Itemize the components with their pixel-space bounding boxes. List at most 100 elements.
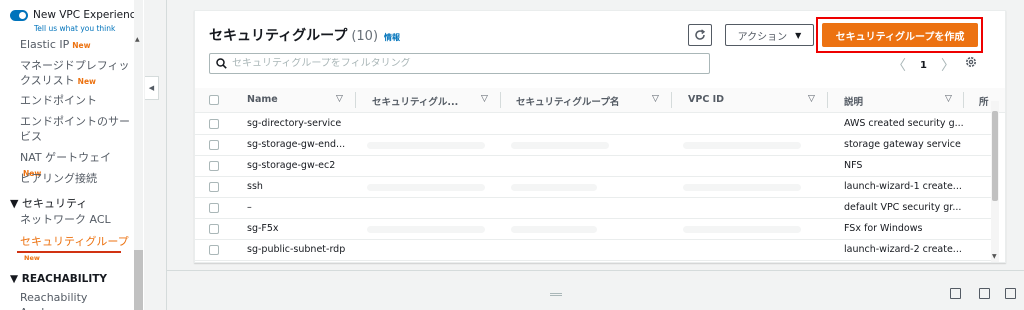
cell-description: launch-wizard-1 create... xyxy=(844,181,962,192)
feedback-link[interactable]: Tell us what you think xyxy=(34,24,115,33)
resize-handle[interactable] xyxy=(550,293,562,296)
sidebar-item-reachability-analyzer[interactable]: Reachability Analyzer xyxy=(20,290,132,310)
sidebar-item-label: ネットワーク ACL xyxy=(20,213,111,226)
cell-description: default VPC security gr... xyxy=(844,202,962,213)
split-panel-bar xyxy=(167,270,1024,310)
create-security-group-button[interactable]: セキュリティグループを作成 xyxy=(822,23,978,47)
filter-input[interactable] xyxy=(232,58,702,69)
sidebar-item-label: エンドポイント xyxy=(20,94,97,107)
column-header-owner[interactable]: 所 xyxy=(979,94,989,108)
scroll-up-icon[interactable]: ▲ xyxy=(135,36,140,43)
vpc-experience-toggle-row[interactable]: New VPC Experience xyxy=(10,9,142,21)
cell-name[interactable]: sg-directory-service xyxy=(247,118,341,129)
column-header-security-group-name[interactable]: セキュリティグループ名 xyxy=(516,94,619,108)
cell-name[interactable]: ssh xyxy=(247,181,263,192)
chevron-left-icon: ◀ xyxy=(148,84,155,92)
sidebar-scrollbar-thumb[interactable] xyxy=(134,250,143,310)
vpc-experience-label: New VPC Experience xyxy=(33,9,142,21)
redacted-value xyxy=(511,184,597,191)
scroll-down-icon[interactable]: ▼ xyxy=(992,253,997,260)
settings-gear-icon[interactable] xyxy=(965,56,977,68)
redacted-value xyxy=(511,142,609,149)
sidebar-section-security[interactable]: ▼ セキュリティ xyxy=(10,196,87,211)
row-checkbox[interactable] xyxy=(209,119,219,129)
table-row[interactable]: ssh launch-wizard-1 create... xyxy=(195,177,991,198)
new-badge: New xyxy=(77,77,96,86)
table-row[interactable]: sg-storage-gw-end... storage gateway ser… xyxy=(195,135,991,156)
sidebar-item-endpoints[interactable]: エンドポイント xyxy=(20,93,132,108)
sort-icon[interactable]: ▽ xyxy=(481,94,488,104)
redacted-value xyxy=(511,226,597,233)
column-separator[interactable] xyxy=(355,92,356,108)
column-header-name[interactable]: Name xyxy=(247,94,278,105)
sidebar-item-label: NAT ゲートウェイ xyxy=(20,151,112,164)
collapse-sidebar-button[interactable]: ◀ xyxy=(145,76,159,100)
select-all-checkbox[interactable] xyxy=(209,95,219,105)
cell-name[interactable]: sg-public-subnet-rdp xyxy=(247,244,345,255)
refresh-button[interactable] xyxy=(688,24,712,46)
sidebar-item-label: ピアリング接続 xyxy=(20,172,97,185)
cell-name[interactable]: sg-storage-gw-end... xyxy=(247,139,345,150)
row-checkbox[interactable] xyxy=(209,182,219,192)
info-link[interactable]: 情報 xyxy=(384,33,400,42)
redacted-value xyxy=(683,184,801,191)
sidebar: New VPC Experience Tell us what you thin… xyxy=(0,0,144,310)
sidebar-item-peering[interactable]: ピアリング接続 xyxy=(20,171,132,186)
table-row[interactable]: – default VPC security gr... xyxy=(195,198,991,219)
cell-name[interactable]: – xyxy=(247,202,252,213)
new-badge: New xyxy=(24,254,40,262)
table-header: Name ▽ セキュリティグル... ▽ セキュリティグループ名 ▽ VPC I… xyxy=(195,88,1005,113)
redacted-value xyxy=(683,226,801,233)
cell-description: NFS xyxy=(844,160,863,171)
table-row[interactable]: sg-F5x FSx for Windows xyxy=(195,219,991,240)
column-separator[interactable] xyxy=(500,92,501,108)
table-scrollbar-thumb[interactable] xyxy=(992,111,998,201)
table-row[interactable]: sg-public-subnet-rdp launch-wizard-2 cre… xyxy=(195,240,991,261)
sidebar-item-managed-prefix-list[interactable]: マネージドプレフィックスリスト New xyxy=(20,58,130,89)
chevron-right-icon[interactable]: 〉 xyxy=(941,55,955,75)
row-checkbox[interactable] xyxy=(209,224,219,234)
table-row[interactable]: sg-directory-service AWS created securit… xyxy=(195,114,991,135)
sort-icon[interactable]: ▽ xyxy=(336,94,343,104)
column-header-description[interactable]: 説明 xyxy=(844,94,863,108)
column-separator[interactable] xyxy=(963,92,964,108)
column-separator[interactable] xyxy=(827,92,828,108)
cell-name[interactable]: sg-storage-gw-ec2 xyxy=(247,160,335,171)
cell-name[interactable]: sg-F5x xyxy=(247,223,279,234)
sidebar-item-network-acl[interactable]: ネットワーク ACL xyxy=(20,212,132,227)
security-groups-panel: セキュリティグループ(10) 情報 アクション ▼ セキュリティグループを作成 〈… xyxy=(194,10,1006,263)
refresh-icon xyxy=(695,29,706,40)
cell-description: FSx for Windows xyxy=(844,223,923,234)
sort-icon[interactable]: ▽ xyxy=(808,94,815,104)
row-checkbox[interactable] xyxy=(209,203,219,213)
layout-side-icon[interactable] xyxy=(979,288,990,299)
row-checkbox[interactable] xyxy=(209,140,219,150)
column-header-vpc-id[interactable]: VPC ID xyxy=(688,94,724,105)
sort-icon[interactable]: ▽ xyxy=(652,94,659,104)
sidebar-item-security-groups[interactable]: セキュリティグループ xyxy=(20,234,132,249)
table-row[interactable]: sg-storage-gw-ec2 NFS xyxy=(195,156,991,177)
redacted-value xyxy=(367,142,485,149)
sidebar-item-endpoint-services[interactable]: エンドポイントのサービス xyxy=(20,114,132,144)
layout-full-icon[interactable] xyxy=(1005,288,1016,299)
page-title: セキュリティグループ (10) 情報 xyxy=(209,25,400,45)
page-number[interactable]: 1 xyxy=(920,60,927,71)
filter-field[interactable] xyxy=(209,53,710,74)
new-badge: New xyxy=(72,41,91,50)
search-icon xyxy=(216,58,227,69)
layout-bottom-icon[interactable] xyxy=(950,288,961,299)
row-checkbox[interactable] xyxy=(209,245,219,255)
column-header-security-group-id[interactable]: セキュリティグル... xyxy=(372,94,458,108)
sidebar-item-elastic-ip[interactable]: Elastic IP New xyxy=(20,37,132,53)
actions-dropdown-button[interactable]: アクション ▼ xyxy=(725,24,814,46)
sidebar-item-label: マネージドプレフィックスリスト xyxy=(20,59,130,87)
sidebar-section-reachability[interactable]: ▼ REACHABILITY xyxy=(10,272,107,287)
divider xyxy=(166,0,167,310)
toggle-icon[interactable] xyxy=(10,9,28,21)
column-separator[interactable] xyxy=(671,92,672,108)
row-checkbox[interactable] xyxy=(209,161,219,171)
chevron-left-icon[interactable]: 〈 xyxy=(892,55,906,75)
sidebar-item-label: セキュリティグループ xyxy=(20,235,129,248)
redacted-value xyxy=(683,142,801,149)
sort-icon[interactable]: ▽ xyxy=(945,94,952,104)
